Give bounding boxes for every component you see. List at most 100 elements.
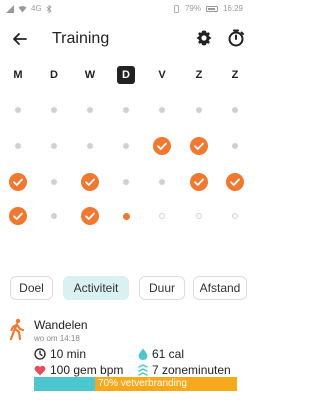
day-dot	[87, 107, 93, 113]
day-dot	[159, 213, 165, 219]
status-right: 79% 16:29	[173, 4, 243, 13]
app-bar: Training	[0, 22, 253, 56]
heart-rate-stat: 100 gem bpm	[34, 363, 123, 377]
day-dot	[122, 212, 130, 220]
day-dot	[51, 107, 57, 113]
day-label: M	[13, 69, 23, 81]
day-dot	[51, 213, 57, 219]
completed-day-marker[interactable]	[81, 173, 99, 191]
activity-card[interactable]: Wandelen wo om 14:18 10 min 61 cal 100 g…	[0, 314, 253, 400]
empty-day-dot[interactable]	[45, 101, 63, 119]
water-drop-icon	[138, 348, 148, 360]
checkmark-icon	[190, 173, 208, 191]
filter-chip-doel[interactable]: Doel	[10, 276, 53, 300]
day-label: D	[50, 69, 58, 81]
filter-chip-activiteit[interactable]: Activiteit	[63, 276, 129, 300]
clock: 16:29	[222, 4, 243, 13]
training-calendar	[0, 94, 253, 234]
calories-value: 61 cal	[152, 347, 185, 361]
today-activity-dot[interactable]	[117, 207, 135, 225]
duration-stat: 10 min	[34, 347, 86, 361]
signal-icon	[6, 4, 14, 13]
day-dot	[51, 143, 57, 149]
future-day-dot[interactable]	[226, 207, 244, 225]
empty-day-dot[interactable]	[117, 101, 135, 119]
empty-day-dot[interactable]	[153, 173, 171, 191]
day-dot	[123, 179, 129, 185]
zone-minutes-value: 7 zoneminuten	[152, 363, 231, 377]
empty-day-dot[interactable]	[45, 207, 63, 225]
activity-name: Wandelen	[34, 318, 88, 332]
day-dot	[232, 213, 238, 219]
completed-day-marker[interactable]	[153, 137, 171, 155]
bluetooth-icon	[46, 4, 52, 13]
completed-day-marker[interactable]	[9, 173, 27, 191]
page-title: Training	[52, 30, 110, 47]
filter-chip-duur[interactable]: Duur	[139, 276, 185, 300]
empty-day-dot[interactable]	[117, 137, 135, 155]
network-type: 4G	[31, 4, 42, 13]
day-dot	[15, 143, 21, 149]
week-day-labels: MDWDVZZ	[0, 66, 253, 84]
day-label: Z	[231, 69, 239, 81]
day-label: Z	[195, 69, 203, 81]
walking-person-icon	[9, 318, 25, 340]
checkmark-icon	[190, 137, 208, 155]
filter-chip-afstand[interactable]: Afstand	[193, 276, 247, 300]
empty-day-dot[interactable]	[153, 101, 171, 119]
day-dot	[196, 213, 202, 219]
heart-icon	[34, 365, 46, 375]
empty-day-dot[interactable]	[45, 173, 63, 191]
day-label: V	[158, 69, 166, 81]
status-left: 4G	[6, 4, 52, 13]
checkmark-icon	[153, 137, 171, 155]
completed-day-marker[interactable]	[9, 207, 27, 225]
empty-day-dot[interactable]	[226, 101, 244, 119]
wifi-icon	[18, 5, 27, 12]
empty-day-dot[interactable]	[226, 137, 244, 155]
completed-day-marker[interactable]	[226, 173, 244, 191]
vibrate-icon	[174, 4, 179, 13]
status-bar: 4G 79% 16:29	[0, 0, 253, 18]
day-label: D	[117, 66, 135, 84]
completed-day-marker[interactable]	[190, 137, 208, 155]
day-dot	[51, 179, 57, 185]
zone-minutes-stat: 7 zoneminuten	[138, 363, 231, 377]
day-label: W	[84, 69, 96, 81]
future-day-dot[interactable]	[153, 207, 171, 225]
duration-value: 10 min	[50, 347, 87, 361]
stopwatch-icon[interactable]	[226, 28, 246, 48]
day-dot	[159, 179, 165, 185]
completed-day-marker[interactable]	[81, 207, 99, 225]
below-zone-segment	[34, 377, 95, 391]
empty-day-dot[interactable]	[117, 173, 135, 191]
empty-day-dot[interactable]	[81, 137, 99, 155]
empty-day-dot[interactable]	[45, 137, 63, 155]
checkmark-icon	[9, 207, 27, 225]
checkmark-icon	[81, 173, 99, 191]
empty-day-dot[interactable]	[81, 101, 99, 119]
gear-icon[interactable]	[194, 28, 214, 48]
heart-zone-bar: 70% vetverbranding	[34, 377, 237, 391]
empty-day-dot[interactable]	[9, 137, 27, 155]
day-dot	[196, 107, 202, 113]
day-dot	[123, 143, 129, 149]
day-dot	[232, 107, 238, 113]
checkmark-icon	[226, 173, 244, 191]
day-dot	[123, 107, 129, 113]
completed-day-marker[interactable]	[190, 173, 208, 191]
activity-time: wo om 14:18	[34, 334, 80, 343]
battery-icon	[205, 5, 218, 12]
checkmark-icon	[9, 173, 27, 191]
filter-chips: Doel Activiteit Duur Afstand	[0, 276, 253, 300]
future-day-dot[interactable]	[190, 207, 208, 225]
back-arrow-icon[interactable]	[10, 29, 30, 49]
heart-rate-value: 100 gem bpm	[50, 363, 124, 377]
zone-chevrons-icon	[138, 364, 148, 376]
empty-day-dot[interactable]	[190, 101, 208, 119]
fat-burn-label: 70% vetverbranding	[98, 378, 187, 389]
day-dot	[232, 143, 238, 149]
empty-day-dot[interactable]	[9, 101, 27, 119]
day-dot	[159, 107, 165, 113]
day-dot	[15, 107, 21, 113]
